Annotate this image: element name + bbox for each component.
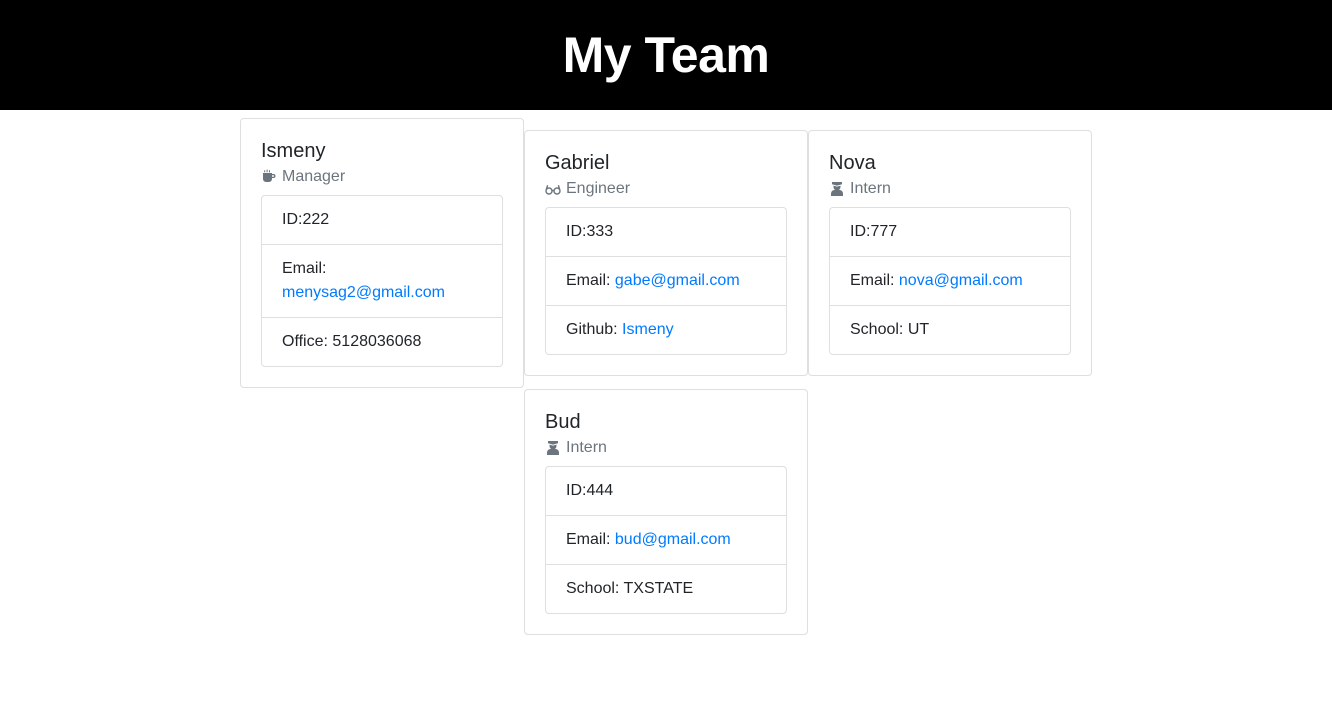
email-link[interactable]: menysag2@gmail.com	[282, 284, 445, 301]
employee-role-label: Manager	[282, 168, 346, 185]
employee-email: Email: nova@gmail.com	[830, 256, 1070, 305]
email-link[interactable]: nova@gmail.com	[899, 272, 1023, 289]
employee-name: Bud	[545, 411, 581, 433]
employee-name: Ismeny	[261, 140, 326, 162]
employee-github: Github: Ismeny	[546, 305, 786, 354]
page-title: My Team	[562, 27, 770, 83]
employee-role-label: Engineer	[566, 180, 631, 197]
employee-id: ID:333	[566, 223, 614, 240]
employee-role-label: Intern	[850, 180, 891, 197]
employee-name: Gabriel	[545, 152, 610, 174]
employee-card-manager: Ismeny Manager ID:222 Email: menysag2@gm…	[240, 118, 524, 388]
employee-email: Email: gabe@gmail.com	[546, 256, 786, 305]
graduate-icon	[545, 440, 561, 456]
employee-card-intern: Nova Intern ID:777 Email: nova@gmail.com…	[808, 130, 1092, 376]
employee-name: Nova	[829, 152, 876, 174]
employee-card-engineer: Gabriel Engineer ID:333 Email: gabe@gmai…	[524, 130, 808, 376]
employee-role: Engineer	[545, 179, 787, 199]
employee-card-intern: Bud Intern ID:444 Email: bud@gmail.com S…	[524, 389, 808, 635]
employee-office: Office: 5128036068	[262, 317, 502, 366]
employee-school: School: UT	[830, 305, 1070, 354]
employee-email: Email: menysag2@gmail.com	[262, 244, 502, 317]
employee-details-list: ID:444 Email: bud@gmail.com School: TXST…	[545, 466, 787, 614]
employee-role: Intern	[829, 179, 1071, 199]
email-link[interactable]: bud@gmail.com	[615, 531, 731, 548]
employee-details-list: ID:333 Email: gabe@gmail.com Github: Ism…	[545, 207, 787, 355]
employee-role: Manager	[261, 167, 503, 187]
employee-role: Intern	[545, 438, 787, 458]
employee-id: ID:444	[566, 482, 614, 499]
employee-details-list: ID:777 Email: nova@gmail.com School: UT	[829, 207, 1071, 355]
graduate-icon	[829, 181, 845, 197]
employee-role-label: Intern	[566, 439, 607, 456]
employee-school: School: TXSTATE	[546, 564, 786, 613]
glasses-icon	[545, 181, 561, 197]
coffee-icon	[261, 169, 277, 185]
employee-details-list: ID:222 Email: menysag2@gmail.com Office:…	[261, 195, 503, 367]
page-header: My Team	[0, 0, 1332, 110]
github-link[interactable]: Ismeny	[622, 321, 674, 338]
employee-id: ID:777	[850, 223, 898, 240]
employee-email: Email: bud@gmail.com	[546, 515, 786, 564]
email-link[interactable]: gabe@gmail.com	[615, 272, 740, 289]
employee-id: ID:222	[282, 211, 330, 228]
